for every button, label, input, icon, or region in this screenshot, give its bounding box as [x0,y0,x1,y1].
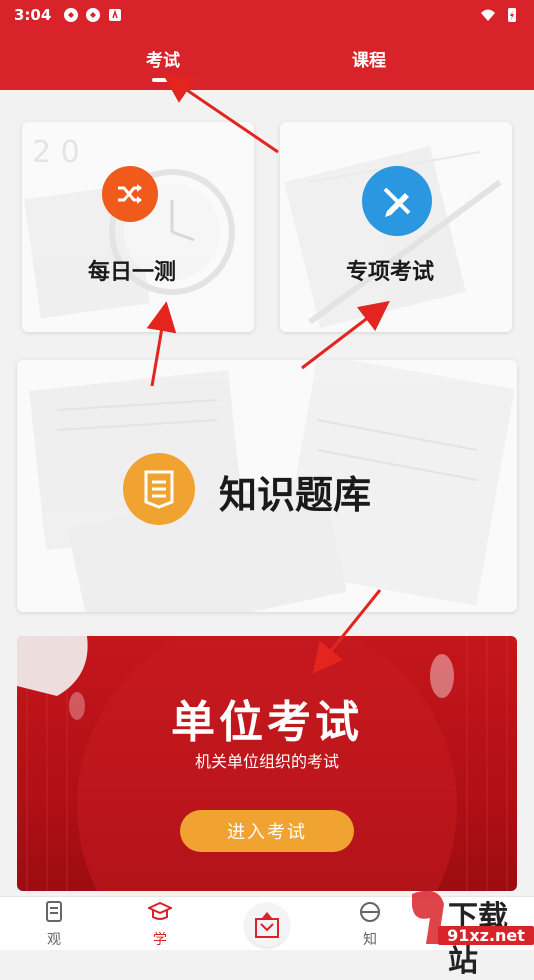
annotation-arrows [146,73,390,674]
document-icon [46,901,62,922]
nav-item-zhi[interactable]: 知 [340,901,400,949]
watermark-domain: 91xz.net [438,926,534,945]
nav-item-guan[interactable]: 观 [24,901,84,949]
annotation-arrow [146,301,177,387]
seal-logo-icon [255,912,279,938]
site-watermark: 下载站 91xz.net [408,884,534,979]
nav-item-xue[interactable]: 学 [130,901,190,949]
graduation-cap-icon [146,901,174,920]
nav-label-xue: 学 [153,932,167,948]
nav-label-zhi: 知 [363,932,377,948]
annotation-arrow [312,589,382,674]
nav-label-guan: 观 [47,932,61,948]
globe-icon [360,902,380,922]
nav-center-logo-button[interactable] [245,903,289,947]
annotation-arrow [301,300,390,370]
annotation-arrow [162,73,279,154]
